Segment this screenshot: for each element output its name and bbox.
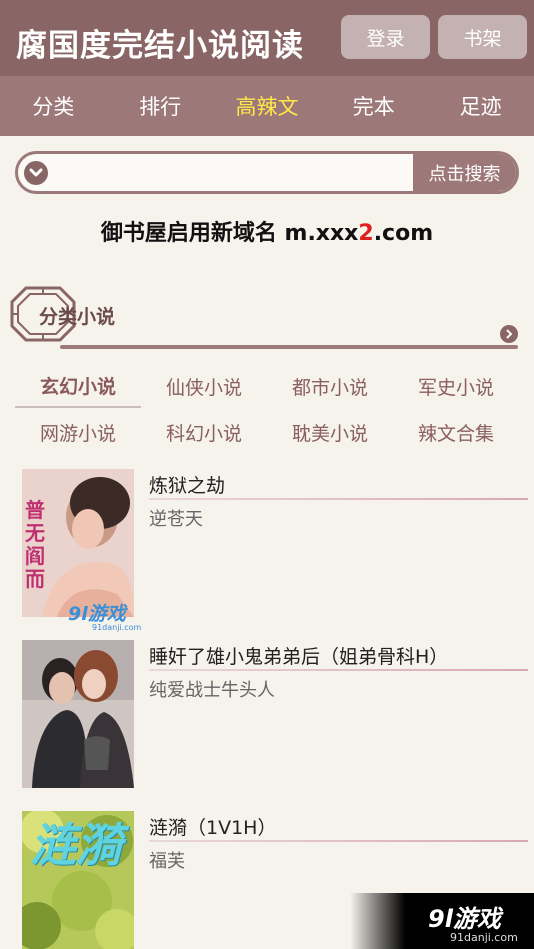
category-danmei[interactable]: 耽美小说: [267, 410, 393, 454]
corner-watermark: 9l游戏 91danji.com: [350, 893, 534, 949]
watermark-url: 91danji.com: [450, 931, 518, 944]
login-button[interactable]: 登录: [341, 15, 430, 59]
category-scifi[interactable]: 科幻小说: [141, 410, 267, 454]
nav-item-history[interactable]: 足迹: [427, 76, 534, 136]
nav-item-hot[interactable]: 高辣文: [214, 76, 321, 136]
book-title[interactable]: 炼狱之劫: [149, 471, 225, 498]
watermark-url: 91danji.com: [92, 623, 142, 632]
notice-suffix: .com: [373, 221, 434, 246]
main-nav: 分类 排行 高辣文 完本 足迹: [0, 76, 534, 136]
book-divider: [149, 498, 528, 500]
nav-item-ranking[interactable]: 排行: [107, 76, 214, 136]
book-cover[interactable]: 普无阎而: [22, 469, 134, 617]
category-xianxia[interactable]: 仙侠小说: [141, 364, 267, 408]
bookshelf-button[interactable]: 书架: [438, 15, 527, 59]
book-divider: [149, 840, 528, 842]
search-input[interactable]: [58, 158, 408, 188]
cover-title: 普无阎而: [25, 498, 45, 591]
section-divider: [60, 345, 518, 349]
cover-title: 涟漪: [30, 818, 122, 872]
notice-highlight: 2: [358, 221, 374, 246]
site-title[interactable]: 腐国度完结小说阅读: [16, 20, 304, 65]
book-divider: [149, 669, 528, 671]
app-header: 腐国度完结小说阅读 登录 书架: [0, 0, 534, 76]
category-xuanhuan[interactable]: 玄幻小说: [15, 364, 141, 408]
book-title[interactable]: 睡奸了雄小鬼弟弟后（姐弟骨科H）: [149, 642, 448, 669]
book-item[interactable]: 普无阎而 9l游戏 91danji.com 炼狱之劫 逆苍天: [0, 469, 534, 632]
nav-item-finished[interactable]: 完本: [320, 76, 427, 136]
section-title: 分类小说: [39, 306, 116, 328]
watermark-logo: 9l游戏: [428, 905, 501, 933]
chevron-right-icon: [506, 329, 513, 339]
category-military[interactable]: 军史小说: [393, 364, 519, 408]
book-title[interactable]: 涟漪（1V1H）: [149, 813, 276, 840]
chevron-down-icon: [29, 168, 43, 177]
cover-watermark: 9l游戏 91danji.com: [68, 599, 166, 635]
search-bar: 点击搜索: [15, 151, 519, 194]
more-categories-button[interactable]: [500, 325, 518, 343]
book-cover[interactable]: [22, 640, 134, 788]
book-author: 福芙: [149, 851, 185, 872]
category-game[interactable]: 网游小说: [15, 410, 141, 454]
book-cover[interactable]: 涟漪: [22, 811, 134, 949]
search-type-dropdown[interactable]: [24, 161, 48, 185]
search-button[interactable]: 点击搜索: [413, 154, 516, 191]
book-item[interactable]: 睡奸了雄小鬼弟弟后（姐弟骨科H） 纯爱战士牛头人: [0, 640, 534, 790]
domain-notice: 御书屋启用新域名 m.xxx2.com: [0, 215, 534, 247]
nav-item-category[interactable]: 分类: [0, 76, 107, 136]
book-author: 纯爱战士牛头人: [149, 680, 275, 701]
category-urban[interactable]: 都市小说: [267, 364, 393, 408]
category-collection[interactable]: 辣文合集: [393, 410, 519, 454]
notice-text: 御书屋启用新域名 m.xxx: [100, 221, 359, 246]
watermark-logo: 9l游戏: [68, 603, 126, 625]
book-author: 逆苍天: [149, 509, 203, 530]
